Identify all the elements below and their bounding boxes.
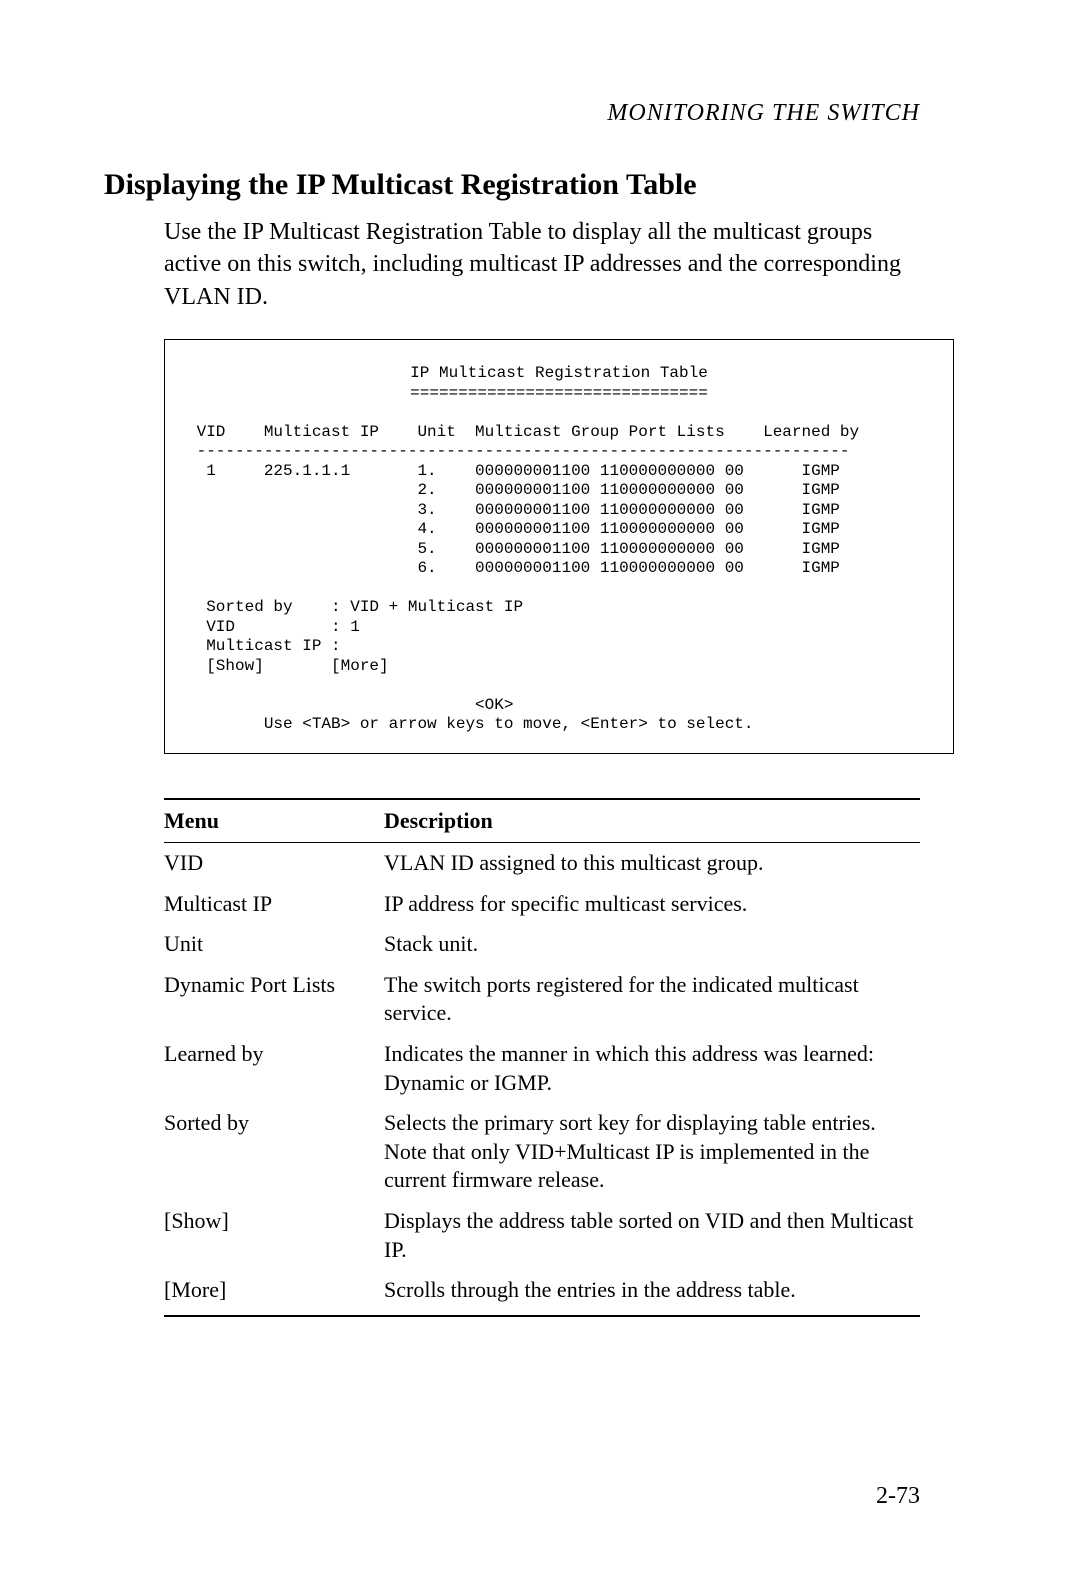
- column-header-menu: Menu: [164, 799, 384, 843]
- terminal-row: 4. 000000001100 110000000000 00 IGMP: [187, 520, 840, 538]
- cell-description: VLAN ID assigned to this multicast group…: [384, 842, 920, 883]
- cell-description: Indicates the manner in which this addre…: [384, 1034, 920, 1103]
- cell-menu: VID: [164, 842, 384, 883]
- intro-paragraph: Use the IP Multicast Registration Table …: [164, 216, 920, 313]
- page: MONITORING THE SWITCH Displaying the IP …: [0, 0, 1080, 1570]
- cell-description: Stack unit.: [384, 924, 920, 965]
- cell-menu: [More]: [164, 1270, 384, 1316]
- terminal-row: 6. 000000001100 110000000000 00 IGMP: [187, 559, 840, 577]
- terminal-ok: <OK>: [187, 696, 513, 714]
- terminal-buttons: [Show] [More]: [187, 657, 389, 675]
- terminal-sorted-by: Sorted by : VID + Multicast IP: [187, 598, 523, 616]
- cell-menu: Sorted by: [164, 1103, 384, 1201]
- terminal-columns: VID Multicast IP Unit Multicast Group Po…: [187, 423, 859, 441]
- terminal-output: IP Multicast Registration Table=========…: [187, 364, 931, 735]
- terminal-help: Use <TAB> or arrow keys to move, <Enter>…: [187, 715, 754, 733]
- cell-description: Selects the primary sort key for display…: [384, 1103, 920, 1201]
- column-header-description: Description: [384, 799, 920, 843]
- cell-description: IP address for specific multicast servic…: [384, 884, 920, 925]
- description-table: Menu Description VID VLAN ID assigned to…: [164, 798, 920, 1317]
- cell-menu: Multicast IP: [164, 884, 384, 925]
- terminal-title: IP Multicast Registration Table: [187, 364, 931, 384]
- cell-menu: [Show]: [164, 1201, 384, 1270]
- page-number: 2-73: [876, 1483, 920, 1510]
- cell-description: Scrolls through the entries in the addre…: [384, 1270, 920, 1316]
- terminal-vid: VID : 1: [187, 618, 360, 636]
- table-header-row: Menu Description: [164, 799, 920, 843]
- table-row: VID VLAN ID assigned to this multicast g…: [164, 842, 920, 883]
- terminal-row: 3. 000000001100 110000000000 00 IGMP: [187, 501, 840, 519]
- terminal-row: 5. 000000001100 110000000000 00 IGMP: [187, 540, 840, 558]
- cell-description: The switch ports registered for the indi…: [384, 965, 920, 1034]
- terminal-row: 2. 000000001100 110000000000 00 IGMP: [187, 481, 840, 499]
- running-head: MONITORING THE SWITCH: [607, 100, 920, 127]
- table-row: Sorted by Selects the primary sort key f…: [164, 1103, 920, 1201]
- table-row: [Show] Displays the address table sorted…: [164, 1201, 920, 1270]
- table-row: Learned by Indicates the manner in which…: [164, 1034, 920, 1103]
- cell-menu: Dynamic Port Lists: [164, 965, 384, 1034]
- terminal-row: 1 225.1.1.1 1. 000000001100 110000000000…: [187, 462, 840, 480]
- terminal-divider: ----------------------------------------…: [187, 442, 850, 460]
- table-row: Unit Stack unit.: [164, 924, 920, 965]
- terminal-frame: IP Multicast Registration Table=========…: [164, 339, 954, 754]
- table-row: Multicast IP IP address for specific mul…: [164, 884, 920, 925]
- terminal-underline: ===============================: [187, 384, 931, 404]
- terminal-multicast-ip: Multicast IP :: [187, 637, 341, 655]
- cell-menu: Learned by: [164, 1034, 384, 1103]
- cell-menu: Unit: [164, 924, 384, 965]
- cell-description: Displays the address table sorted on VID…: [384, 1201, 920, 1270]
- table-row: [More] Scrolls through the entries in th…: [164, 1270, 920, 1316]
- table-row: Dynamic Port Lists The switch ports regi…: [164, 965, 920, 1034]
- section-heading: Displaying the IP Multicast Registration…: [104, 168, 920, 202]
